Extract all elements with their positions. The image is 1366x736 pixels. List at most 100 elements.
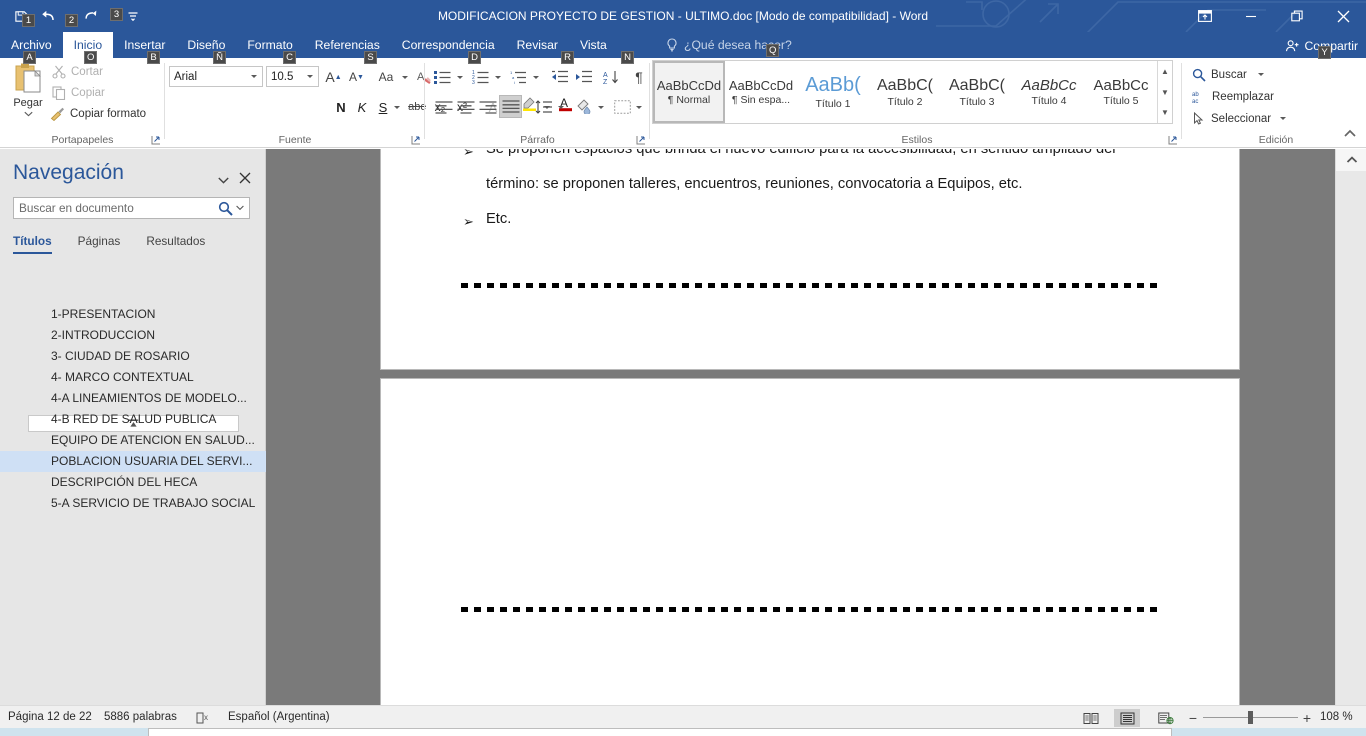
align-left-button[interactable] bbox=[433, 96, 455, 118]
zoom-in-button[interactable]: + bbox=[1300, 710, 1314, 726]
nav-heading-9[interactable]: DESCRIPCIÓN DEL HECA bbox=[0, 472, 266, 493]
nav-heading-2[interactable]: 2-INTRODUCCION bbox=[0, 325, 266, 346]
gallery-scroll-up-icon[interactable]: ▲ bbox=[1158, 61, 1172, 82]
nav-heading-1[interactable]: 1-PRESENTACION bbox=[0, 304, 266, 325]
nav-heading-8[interactable]: POBLACION USUARIA DEL SERVI... bbox=[0, 451, 266, 472]
navigation-tabs[interactable]: Títulos Páginas Resultados bbox=[13, 234, 205, 254]
zoom-slider-thumb[interactable] bbox=[1248, 711, 1253, 724]
decrease-indent-button[interactable] bbox=[549, 66, 571, 88]
style-titulo-4[interactable]: AaBbCc Título 4 bbox=[1013, 61, 1085, 123]
nav-heading-10[interactable]: 5-A SERVICIO DE TRABAJO SOCIAL bbox=[0, 493, 266, 514]
document-page-2[interactable] bbox=[381, 379, 1239, 705]
document-page-1[interactable]: ➢ Se proponen espacios que brinda el nue… bbox=[381, 149, 1239, 369]
borders-button[interactable] bbox=[611, 96, 633, 118]
web-layout-button[interactable] bbox=[1153, 709, 1179, 727]
collapse-ribbon-icon[interactable] bbox=[1342, 126, 1358, 142]
styles-gallery[interactable]: AaBbCcDd ¶ Normal AaBbCcDd ¶ Sin espa...… bbox=[652, 60, 1173, 124]
gallery-more-icon[interactable]: ▼ bbox=[1158, 102, 1172, 123]
justify-button[interactable] bbox=[499, 95, 522, 118]
line-spacing-dropdown-icon[interactable] bbox=[555, 96, 566, 118]
nav-heading-6[interactable]: 4-B RED DE SALUD PUBLICA bbox=[0, 409, 266, 430]
minimize-icon[interactable] bbox=[1228, 0, 1274, 32]
line-spacing-button[interactable] bbox=[533, 96, 555, 118]
tab-correspondencia[interactable]: Correspondencia bbox=[391, 32, 506, 58]
close-icon[interactable] bbox=[1320, 0, 1366, 32]
replace-button[interactable]: ab ac Reemplazar bbox=[1192, 86, 1274, 107]
styles-gallery-scrollbar[interactable]: ▲ ▼ ▼ bbox=[1157, 61, 1172, 123]
tab-titulos[interactable]: Títulos bbox=[13, 234, 52, 254]
copy-button[interactable]: Copiar bbox=[52, 83, 105, 103]
change-case-icon[interactable]: Aa bbox=[373, 66, 399, 88]
borders-dropdown-icon[interactable] bbox=[633, 96, 644, 118]
gallery-scroll-down-icon[interactable]: ▼ bbox=[1158, 82, 1172, 103]
chevron-down-icon[interactable] bbox=[216, 173, 230, 187]
nav-heading-5[interactable]: 4-A LINEAMIENTOS DE MODELO... bbox=[0, 388, 266, 409]
shading-button[interactable] bbox=[573, 95, 595, 117]
format-painter-button[interactable]: Copiar formato bbox=[50, 104, 146, 124]
zoom-out-button[interactable]: − bbox=[1186, 710, 1200, 726]
numbering-dropdown-icon[interactable] bbox=[492, 66, 503, 88]
bold-button[interactable]: N bbox=[331, 96, 351, 118]
document-canvas[interactable]: ➢ Se proponen espacios que brinda el nue… bbox=[266, 149, 1335, 705]
tab-paginas[interactable]: Páginas bbox=[78, 234, 121, 254]
font-size-combobox[interactable]: 10.5 bbox=[266, 66, 319, 87]
find-button[interactable]: Buscar bbox=[1192, 64, 1264, 85]
increase-indent-button[interactable] bbox=[573, 66, 595, 88]
style-sin-espaciado[interactable]: AaBbCcDd ¶ Sin espa... bbox=[725, 61, 797, 123]
status-words[interactable]: 5886 palabras bbox=[104, 706, 177, 729]
tab-insertar[interactable]: Insertar bbox=[113, 32, 176, 58]
search-options-dropdown-icon[interactable] bbox=[236, 205, 249, 211]
nav-heading-4[interactable]: 4- MARCO CONTEXTUAL bbox=[0, 367, 266, 388]
close-icon[interactable] bbox=[236, 169, 254, 187]
select-dropdown-icon[interactable] bbox=[1280, 117, 1287, 120]
change-case-dropdown-icon[interactable] bbox=[399, 66, 410, 88]
restore-icon[interactable] bbox=[1274, 0, 1320, 32]
font-family-combobox[interactable]: Arial bbox=[169, 66, 263, 87]
nav-heading-3[interactable]: 3- CIUDAD DE ROSARIO bbox=[0, 346, 266, 367]
zoom-level-label[interactable]: 108 % bbox=[1320, 706, 1353, 729]
tab-vista[interactable]: Vista bbox=[569, 32, 618, 58]
tab-referencias[interactable]: Referencias bbox=[304, 32, 391, 58]
styles-dialog-launcher[interactable] bbox=[1167, 133, 1179, 145]
tab-resultados[interactable]: Resultados bbox=[146, 234, 205, 254]
clipboard-dialog-launcher[interactable] bbox=[150, 133, 162, 145]
multilevel-list-dropdown-icon[interactable] bbox=[530, 66, 541, 88]
proofing-errors-icon[interactable]: x bbox=[196, 706, 212, 729]
read-mode-button[interactable] bbox=[1078, 709, 1104, 727]
style-normal[interactable]: AaBbCcDd ¶ Normal bbox=[653, 61, 725, 123]
italic-button[interactable]: K bbox=[352, 96, 372, 118]
align-center-button[interactable] bbox=[455, 96, 477, 118]
paste-dropdown-icon[interactable] bbox=[23, 111, 33, 117]
bullets-dropdown-icon[interactable] bbox=[454, 66, 465, 88]
sort-button[interactable]: AZ bbox=[601, 66, 623, 88]
tab-revisar[interactable]: Revisar bbox=[506, 32, 569, 58]
shrink-font-icon[interactable]: A ▼ bbox=[346, 66, 367, 88]
status-page[interactable]: Página 12 de 22 bbox=[8, 706, 92, 729]
find-dropdown-icon[interactable] bbox=[1257, 73, 1264, 76]
shading-dropdown-icon[interactable] bbox=[595, 96, 606, 118]
select-button[interactable]: Seleccionar bbox=[1192, 108, 1287, 129]
vertical-scrollbar[interactable] bbox=[1335, 149, 1366, 705]
show-formatting-marks-button[interactable]: ¶ bbox=[629, 66, 649, 88]
paragraph-dialog-launcher[interactable] bbox=[635, 133, 647, 145]
grow-font-icon[interactable]: A ▲ bbox=[323, 66, 344, 88]
cut-button[interactable]: Cortar bbox=[52, 62, 103, 82]
style-titulo-1[interactable]: AaBb( Título 2 Título 1 bbox=[797, 61, 869, 123]
multilevel-list-button[interactable]: 1ai bbox=[508, 66, 530, 88]
style-titulo-2[interactable]: AaBbC( Título 2 bbox=[869, 61, 941, 123]
print-layout-button[interactable] bbox=[1114, 709, 1140, 727]
numbering-button[interactable]: 123 bbox=[470, 66, 492, 88]
search-input[interactable]: Buscar en documento bbox=[13, 197, 250, 219]
status-language[interactable]: Español (Argentina) bbox=[228, 706, 330, 729]
nav-heading-7[interactable]: EQUIPO DE ATENCION EN SALUD... bbox=[0, 430, 266, 451]
underline-dropdown-icon[interactable] bbox=[391, 96, 402, 118]
style-titulo-5[interactable]: AaBbCc Título 5 bbox=[1085, 61, 1157, 123]
align-right-button[interactable] bbox=[477, 96, 499, 118]
underline-button[interactable]: S bbox=[373, 96, 393, 118]
bullets-button[interactable] bbox=[432, 66, 454, 88]
paste-button[interactable]: Pegar bbox=[6, 62, 50, 130]
tab-diseno[interactable]: Diseño bbox=[176, 32, 236, 58]
navigation-heading-list[interactable]: 1-PRESENTACION 2-INTRODUCCION 3- CIUDAD … bbox=[0, 304, 266, 514]
style-titulo-3[interactable]: AaBbC( Título 3 bbox=[941, 61, 1013, 123]
search-icon[interactable] bbox=[218, 201, 236, 216]
